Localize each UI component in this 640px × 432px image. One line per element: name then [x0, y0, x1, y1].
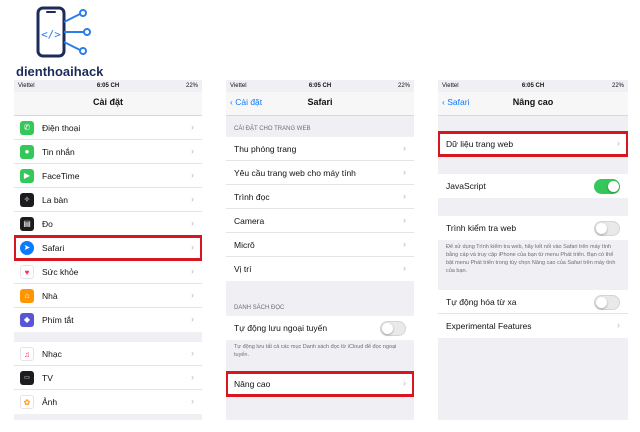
- chevron-right-icon: ›: [191, 194, 194, 204]
- auto-save-footnote: Tự động lưu tất cả các mục Danh sách đọc…: [234, 344, 397, 358]
- chevron-right-icon: ›: [617, 138, 620, 148]
- web-inspector-footnote: Để sử dụng Trình kiểm tra web, hãy kết n…: [446, 244, 616, 274]
- web-inspector-row: Trình kiểm tra web: [438, 216, 628, 240]
- compass-icon: ✧: [20, 193, 34, 207]
- safari-item-reader[interactable]: Trình đọc ›: [226, 185, 414, 209]
- website-settings-group: Thu phóng trang › Yêu cầu trang web cho …: [226, 137, 414, 281]
- website-data-group: Dữ liệu trang web ›: [438, 131, 628, 157]
- remote-automation-row: Tự động hóa từ xa: [438, 290, 628, 314]
- safari-settings-screen: Viettel 6:05 CH 22% ‹ Cài đặt Safari CÀI…: [226, 80, 414, 420]
- reading-list-group: Tự động lưu ngoại tuyến: [226, 316, 414, 340]
- safari-item-page-zoom[interactable]: Thu phóng trang ›: [226, 137, 414, 161]
- svg-text:</>: </>: [41, 28, 61, 41]
- chevron-right-icon: ›: [191, 242, 194, 252]
- javascript-row: JavaScript: [438, 174, 628, 198]
- status-time: 6:05 CH: [521, 83, 545, 89]
- web-inspector-toggle[interactable]: [594, 221, 620, 236]
- settings-screen: Viettel 6:05 CH 22% Cài đặt ✆ Điện thoại…: [14, 80, 202, 420]
- chevron-right-icon: ›: [191, 290, 194, 300]
- phone-icon: ✆: [20, 121, 34, 135]
- chevron-right-icon: ›: [191, 396, 194, 406]
- battery-label: 22%: [611, 83, 624, 89]
- auto-save-offline-row: Tự động lưu ngoại tuyến: [226, 316, 414, 340]
- javascript-group: JavaScript: [438, 174, 628, 198]
- settings-group-media: ♫ Nhạc › ▭ TV › ✿ Ảnh ›: [14, 342, 202, 414]
- settings-group-apps: ✆ Điện thoại › ● Tin nhắn › ▶ FaceTime ›…: [14, 116, 202, 332]
- chevron-right-icon: ›: [403, 239, 406, 249]
- settings-item-safari[interactable]: ➤ Safari ›: [14, 235, 202, 261]
- chevron-right-icon: ›: [191, 218, 194, 228]
- safari-item-location[interactable]: Vị trí ›: [226, 257, 414, 281]
- home-icon: ⌂: [20, 289, 34, 303]
- remote-automation-toggle[interactable]: [594, 295, 620, 310]
- safari-item-request-desktop[interactable]: Yêu cầu trang web cho máy tính ›: [226, 161, 414, 185]
- measure-icon: ▤: [20, 217, 34, 231]
- tv-icon: ▭: [20, 371, 34, 385]
- brand-logo: </> dienthoaihack: [16, 6, 116, 79]
- settings-item-home[interactable]: ⌂ Nhà ›: [14, 284, 202, 308]
- advanced-group: Nâng cao ›: [226, 371, 414, 397]
- photos-icon: ✿: [20, 395, 34, 409]
- chevron-right-icon: ›: [617, 320, 620, 330]
- nav-bar: Cài đặt: [14, 92, 202, 116]
- safari-advanced-screen: Viettel 6:05 CH 22% ‹ Safari Nâng cao Dữ…: [438, 80, 628, 420]
- chevron-right-icon: ›: [403, 215, 406, 225]
- chevron-right-icon: ›: [191, 314, 194, 324]
- settings-item-facetime[interactable]: ▶ FaceTime ›: [14, 164, 202, 188]
- chevron-right-icon: ›: [191, 266, 194, 276]
- safari-item-advanced[interactable]: Nâng cao ›: [226, 371, 414, 397]
- safari-item-camera[interactable]: Camera ›: [226, 209, 414, 233]
- chevron-right-icon: ›: [191, 372, 194, 382]
- settings-item-photos[interactable]: ✿ Ảnh ›: [14, 390, 202, 414]
- page-title: Cài đặt: [92, 97, 123, 107]
- phone-code-icon: </>: [36, 6, 91, 58]
- shortcuts-icon: ◆: [20, 313, 34, 327]
- settings-item-messages[interactable]: ● Tin nhắn ›: [14, 140, 202, 164]
- status-time: 6:05 CH: [96, 83, 120, 89]
- automation-group: Tự động hóa từ xa Experimental Features …: [438, 290, 628, 338]
- safari-item-microphone[interactable]: Micrô ›: [226, 233, 414, 257]
- safari-icon: ➤: [20, 241, 34, 255]
- chevron-right-icon: ›: [403, 167, 406, 177]
- chevron-right-icon: ›: [191, 170, 194, 180]
- auto-save-offline-toggle[interactable]: [380, 321, 406, 336]
- advanced-item-experimental-features[interactable]: Experimental Features ›: [438, 314, 628, 338]
- web-inspector-group: Trình kiểm tra web: [438, 216, 628, 240]
- battery-label: 22%: [397, 83, 410, 89]
- health-icon: ♥: [20, 265, 34, 279]
- settings-item-tv[interactable]: ▭ TV ›: [14, 366, 202, 390]
- music-icon: ♫: [20, 347, 34, 361]
- section-header-reading-list: DANH SÁCH ĐỌC: [234, 305, 285, 311]
- battery-label: 22%: [185, 83, 198, 89]
- chevron-right-icon: ›: [403, 191, 406, 201]
- status-time: 6:05 CH: [308, 83, 332, 89]
- nav-bar: ‹ Cài đặt Safari: [226, 92, 414, 116]
- facetime-icon: ▶: [20, 169, 34, 183]
- brand-name: dienthoaihack: [16, 64, 104, 79]
- chevron-right-icon: ›: [403, 143, 406, 153]
- chevron-right-icon: ›: [191, 146, 194, 156]
- page-title: Safari: [307, 97, 333, 107]
- advanced-item-website-data[interactable]: Dữ liệu trang web ›: [438, 131, 628, 157]
- chevron-right-icon: ›: [191, 348, 194, 358]
- chevron-right-icon: ›: [191, 122, 194, 132]
- section-header-website-settings: CÀI ĐẶT CHO TRANG WEB: [234, 126, 311, 132]
- settings-item-phone[interactable]: ✆ Điện thoại ›: [14, 116, 202, 140]
- messages-icon: ●: [20, 145, 34, 159]
- settings-item-compass[interactable]: ✧ La bàn ›: [14, 188, 202, 212]
- settings-item-music[interactable]: ♫ Nhạc ›: [14, 342, 202, 366]
- chevron-right-icon: ›: [403, 263, 406, 273]
- nav-bar: ‹ Safari Nâng cao: [438, 92, 628, 116]
- page-title: Nâng cao: [512, 97, 554, 107]
- settings-item-measure[interactable]: ▤ Đo ›: [14, 212, 202, 236]
- javascript-toggle[interactable]: [594, 179, 620, 194]
- settings-item-health[interactable]: ♥ Sức khỏe ›: [14, 260, 202, 284]
- settings-item-shortcuts[interactable]: ◆ Phím tắt ›: [14, 308, 202, 332]
- chevron-right-icon: ›: [403, 378, 406, 388]
